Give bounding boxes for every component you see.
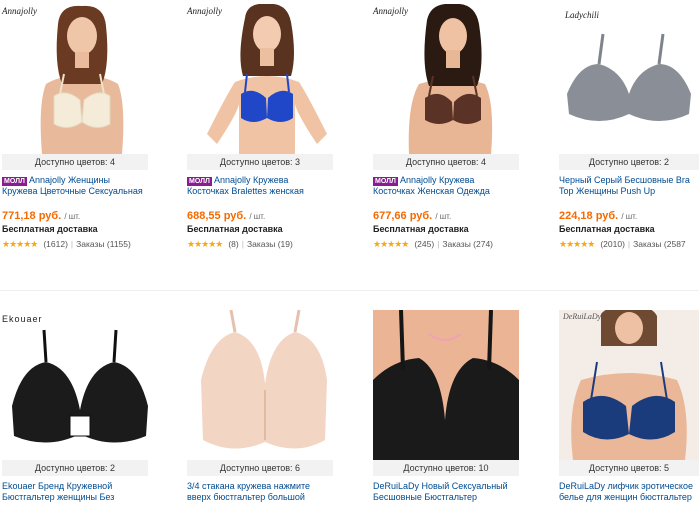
product-card[interactable]: Доступно цветов: 10 DeRuiLaDy Новый Секс… — [373, 298, 538, 514]
colors-available: Доступно цветов: 3 — [187, 154, 333, 170]
review-count[interactable]: (2010) — [600, 239, 625, 249]
product-image[interactable] — [2, 4, 162, 154]
mall-badge: МОЛЛ — [373, 177, 398, 186]
colors-available: Доступно цветов: 5 — [559, 460, 699, 476]
product-card[interactable]: Annajolly Доступно цветов: 4 МОЛЛ Annajol… — [373, 0, 538, 290]
price: 688,55 руб. / шт. — [187, 210, 265, 222]
product-card[interactable]: Annajolly Доступно цветов: 3 МОЛЛ Annajol… — [187, 0, 352, 290]
order-count[interactable]: Заказы (19) — [247, 239, 293, 249]
brand-logo: Annajolly — [373, 6, 408, 16]
price-amount: 771,18 руб. — [2, 210, 62, 222]
rating: ★★★★★ (8) | Заказы (19) — [187, 239, 293, 249]
price-unit: / шт. — [435, 212, 452, 221]
title-line1: 3/4 стакана кружева нажмите — [187, 481, 311, 491]
stars-icon: ★★★★★ — [2, 239, 38, 249]
price-amount: 677,66 руб. — [373, 210, 433, 222]
title-line2: Косточках Bralettes женская — [187, 186, 304, 196]
colors-available: Доступно цветов: 6 — [187, 460, 333, 476]
colors-available: Доступно цветов: 10 — [373, 460, 519, 476]
colors-available: Доступно цветов: 2 — [2, 460, 148, 476]
product-title[interactable]: DeRuiLaDy лифчик эротическое белье для ж… — [559, 481, 699, 505]
title-line2: вверх бюстгальтер большой — [187, 492, 305, 502]
brand-logo: Ladychili — [565, 10, 599, 20]
product-image[interactable] — [559, 4, 699, 154]
price: 771,18 руб. / шт. — [2, 210, 80, 222]
product-card[interactable]: DeRuiLaDy Доступно цветов: 5 DeRuiLaDy л… — [559, 298, 699, 514]
product-card[interactable]: Ladychili Доступно цветов: 2 Черный Серы… — [559, 0, 699, 290]
row-divider — [0, 290, 699, 291]
product-image[interactable] — [187, 310, 347, 460]
product-title[interactable]: МОЛЛ Annajolly Кружева Косточках Женская … — [373, 175, 533, 199]
mall-badge: МОЛЛ — [187, 177, 212, 186]
rating: ★★★★★ (245) | Заказы (274) — [373, 239, 494, 249]
product-title[interactable]: Черный Серый Бесшовные Bra Top Женщины P… — [559, 175, 699, 199]
stars-icon: ★★★★★ — [373, 239, 409, 249]
title-line1: DeRuiLaDy лифчик эротическое — [559, 481, 693, 491]
product-card[interactable]: Annajolly Доступно цветов: 4 МОЛЛ Annajol… — [2, 0, 167, 290]
review-count[interactable]: (245) — [414, 239, 434, 249]
rating: ★★★★★ (2010) | Заказы (2587 — [559, 239, 686, 249]
product-card[interactable]: Доступно цветов: 6 3/4 стакана кружева н… — [187, 298, 352, 514]
brand-logo: Annajolly — [187, 6, 222, 16]
price-unit: / шт. — [64, 212, 81, 221]
stars-icon: ★★★★★ — [187, 239, 223, 249]
review-count[interactable]: (1612) — [43, 239, 68, 249]
price: 224,18 руб. / шт. — [559, 210, 637, 222]
product-image[interactable] — [187, 4, 347, 154]
title-line2: Бюстгальтер женщины Без — [2, 492, 115, 502]
product-card[interactable]: Ekouaer Доступно цветов: 2 Ekouaer Бренд… — [2, 298, 167, 514]
colors-available: Доступно цветов: 4 — [2, 154, 148, 170]
order-count[interactable]: Заказы (1155) — [76, 239, 131, 249]
brand-logo: Ekouaer — [2, 314, 43, 324]
price-unit: / шт. — [621, 212, 638, 221]
product-title[interactable]: МОЛЛ Annajolly Кружева Косточках Bralette… — [187, 175, 347, 199]
title-line1: Черный Серый Бесшовные Bra — [559, 175, 690, 185]
product-image[interactable] — [373, 4, 533, 154]
rating: ★★★★★ (1612) | Заказы (1155) — [2, 239, 131, 249]
product-image[interactable] — [559, 310, 699, 460]
product-title[interactable]: DeRuiLaDy Новый Сексуальный Бесшовные Бю… — [373, 481, 533, 505]
shipping: Бесплатная доставка — [187, 224, 283, 234]
shipping: Бесплатная доставка — [373, 224, 469, 234]
product-title[interactable]: Ekouaer Бренд Кружевной Бюстгальтер женщ… — [2, 481, 162, 505]
price-amount: 224,18 руб. — [559, 210, 619, 222]
price-unit: / шт. — [249, 212, 266, 221]
shipping: Бесплатная доставка — [559, 224, 655, 234]
price-amount: 688,55 руб. — [187, 210, 247, 222]
shipping: Бесплатная доставка — [2, 224, 98, 234]
order-count[interactable]: Заказы (274) — [442, 239, 493, 249]
colors-available: Доступно цветов: 2 — [559, 154, 699, 170]
product-title[interactable]: 3/4 стакана кружева нажмите вверх бюстга… — [187, 481, 347, 505]
title-line1: Annajolly Женщины — [28, 175, 111, 185]
title-line1: DeRuiLaDy Новый Сексуальный — [373, 481, 508, 491]
mall-badge: МОЛЛ — [2, 177, 27, 186]
review-count[interactable]: (8) — [228, 239, 238, 249]
price: 677,66 руб. / шт. — [373, 210, 451, 222]
brand-logo: Annajolly — [2, 6, 37, 16]
title-line1: Annajolly Кружева — [213, 175, 289, 185]
colors-available: Доступно цветов: 4 — [373, 154, 519, 170]
title-line1: Annajolly Кружева — [399, 175, 475, 185]
title-line1: Ekouaer Бренд Кружевной — [2, 481, 113, 491]
product-image[interactable] — [373, 310, 533, 460]
stars-icon: ★★★★★ — [559, 239, 595, 249]
title-line2: Top Женщины Push Up — [559, 186, 656, 196]
title-line2: Бесшовные Бюстгальтер — [373, 492, 478, 502]
product-image[interactable] — [2, 310, 162, 460]
title-line2: белье для женщин бюстгальтер — [559, 492, 692, 502]
brand-logo: DeRuiLaDy — [563, 312, 602, 321]
product-title[interactable]: МОЛЛ Annajolly Женщины Кружева Цветочные … — [2, 175, 162, 199]
order-count[interactable]: Заказы (2587 — [633, 239, 686, 249]
title-line2: Кружева Цветочные Сексуальная — [2, 186, 143, 196]
title-line2: Косточках Женская Одежда — [373, 186, 490, 196]
